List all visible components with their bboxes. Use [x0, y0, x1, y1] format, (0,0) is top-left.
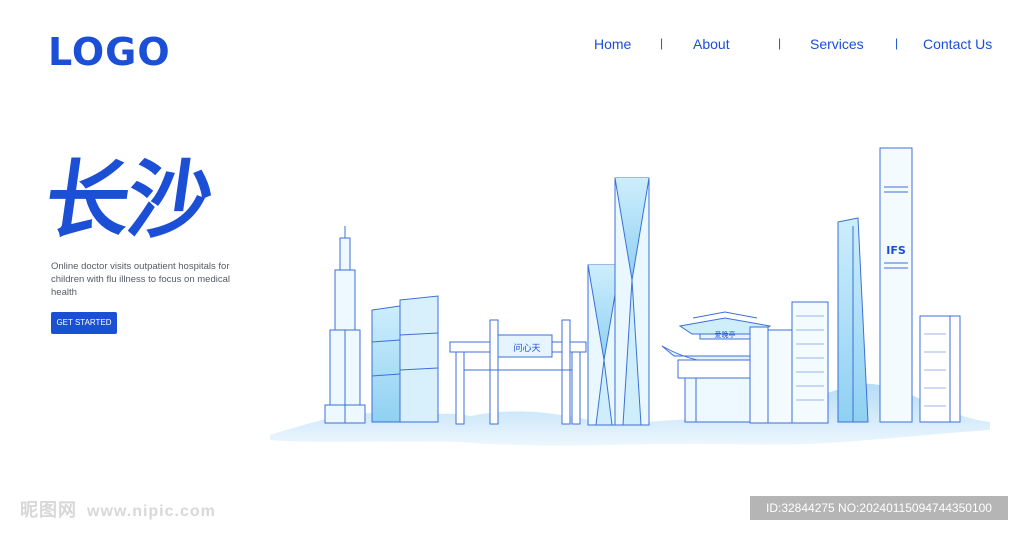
- pavilion-sign: 爱晚亭: [715, 330, 736, 339]
- tapered-tower: [837, 217, 869, 423]
- nav-services-link[interactable]: Services: [810, 36, 864, 52]
- watermark-site-url: www.nipic.com: [87, 503, 216, 520]
- ifs-tower-sign: IFS: [886, 244, 906, 257]
- twin-glass-buildings: [371, 295, 439, 423]
- nav-separator: |: [660, 36, 664, 50]
- nav-separator: |: [778, 36, 782, 50]
- nav-home-link[interactable]: Home: [594, 36, 631, 52]
- hero-description: Online doctor visits outpatient hospital…: [51, 261, 231, 298]
- main-nav: Home | About | Services | Contact Us: [560, 36, 1000, 56]
- twisted-towers: [587, 177, 650, 426]
- hero-title: 长沙: [39, 151, 217, 249]
- city-skyline-illustration: 问心天 爱晚亭 IFS: [270, 147, 990, 446]
- watermark-site-name: 昵图网: [20, 500, 77, 520]
- ifs-tower: [879, 147, 913, 423]
- nav-separator: |: [895, 36, 899, 50]
- site-watermark: 昵图网 www.nipic.com: [20, 496, 216, 522]
- nav-about-link[interactable]: About: [693, 36, 730, 52]
- image-id-watermark: ID:32844275 NO:20240115094744350100: [750, 496, 1008, 520]
- nav-contact-link[interactable]: Contact Us: [923, 36, 992, 52]
- get-started-button[interactable]: GET STARTED: [51, 312, 117, 334]
- gate-sign: 问心天: [513, 342, 540, 354]
- office-blocks: [749, 301, 829, 424]
- archway-gate: [449, 319, 587, 425]
- logo[interactable]: LOGO: [48, 30, 171, 74]
- tiered-tower: [324, 226, 366, 424]
